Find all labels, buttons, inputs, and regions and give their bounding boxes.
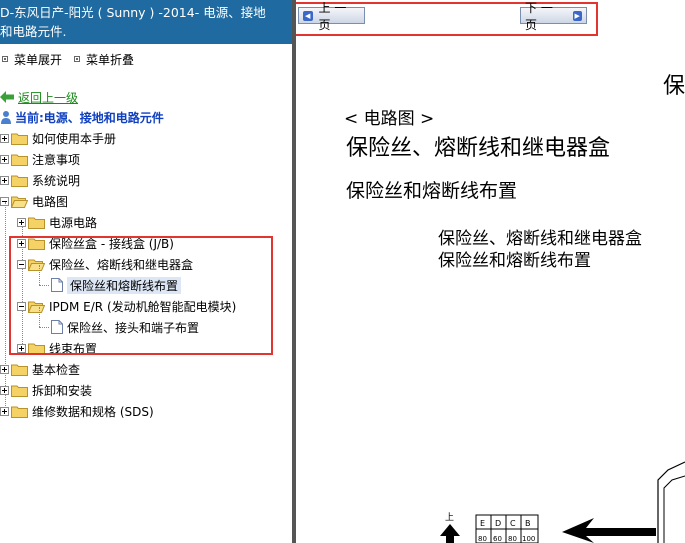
current-location-label: 当前:电源、接地和电路元件 [15, 110, 164, 125]
expand-toggle-icon[interactable] [0, 154, 9, 164]
tree-item-label: 基本检查 [32, 362, 81, 377]
folder-icon [11, 175, 28, 187]
tree-item-label: 注意事项 [32, 152, 81, 167]
navigation-pane: D-东风日产-阳光 ( Sunny ) -2014- 电源、接地 和电路元件. … [0, 0, 292, 543]
window-title-bar: D-东风日产-阳光 ( Sunny ) -2014- 电源、接地 和电路元件. [0, 0, 292, 44]
doc-section-label: < 电路图 > [344, 109, 435, 129]
tree-item-label: 电路图 [32, 194, 69, 209]
expand-toggle-icon[interactable] [0, 385, 9, 395]
tree-item-label: 维修数据和规格 (SDS) [32, 404, 154, 419]
tree-item-wiring-diagram[interactable]: 电路图 [0, 191, 68, 211]
back-link-row[interactable]: 返回上一级 [0, 88, 78, 106]
back-link[interactable]: 返回上一级 [18, 89, 78, 106]
up-label: 上 [445, 512, 454, 523]
folder-icon [28, 217, 45, 229]
highlight-box-tree [9, 236, 273, 355]
tree-item-removal-installation[interactable]: 拆卸和安装 [0, 380, 92, 400]
left-arrow-icon: ◀ [303, 10, 313, 21]
menu-expand-link[interactable]: 菜单展开 [14, 51, 62, 68]
location-person-icon [1, 111, 11, 124]
folder-icon [11, 154, 28, 166]
fuse-val-d: 60 [493, 535, 502, 543]
prev-page-button[interactable]: ◀ 上 一 页 [298, 1, 365, 32]
tree-item-service-data-sds[interactable]: 维修数据和规格 (SDS) [0, 401, 154, 421]
doc-text-line2: 保险丝和熔断线布置 [438, 251, 591, 271]
window-title-line1: D-东风日产-阳光 ( Sunny ) -2014- 电源、接地 [0, 5, 266, 20]
tree-item-label: 系统说明 [32, 173, 81, 188]
expand-toggle-icon[interactable] [0, 406, 9, 416]
tree-item-label: 拆卸和安装 [32, 383, 93, 398]
tree-item-basic-inspection[interactable]: 基本检查 [0, 359, 80, 379]
tree-item-how-to-use[interactable]: 如何使用本手册 [0, 128, 116, 148]
doc-subheading: 保险丝和熔断线布置 [346, 180, 518, 202]
document-pane: ◀ 上 一 页 下 一 页 ▶ 保 < 电路图 > 保险丝、熔断线和继电器盒 保… [296, 0, 685, 543]
expand-icon[interactable] [2, 56, 8, 62]
back-arrow-icon [0, 91, 14, 103]
next-page-label: 下 一 页 [525, 0, 553, 32]
folder-open-icon [11, 196, 28, 208]
pointer-arrow-icon [562, 518, 656, 543]
fuse-col-e: E [480, 519, 485, 528]
tree-item-system-description[interactable]: 系统说明 [0, 170, 80, 190]
fuse-val-e: 80 [478, 535, 487, 543]
expand-toggle-icon[interactable] [0, 175, 9, 185]
folder-icon [11, 406, 28, 418]
tree-item-power-circuit[interactable]: 电源电路 [17, 212, 97, 232]
right-arrow-icon: ▶ [572, 10, 582, 21]
expand-toggle-icon[interactable] [0, 364, 9, 374]
folder-icon [11, 385, 28, 397]
up-arrow-icon [440, 524, 460, 543]
menu-collapse-link[interactable]: 菜单折叠 [86, 51, 134, 68]
current-location-row: 当前:电源、接地和电路元件 [0, 108, 164, 126]
next-page-button[interactable]: 下 一 页 ▶ [520, 1, 587, 32]
fuse-diagram: 上 E D C B 80 60 80 100 [440, 461, 685, 543]
fuse-val-b: 100 [522, 535, 535, 543]
fuse-col-c: C [510, 519, 516, 528]
folder-icon [11, 364, 28, 376]
expand-toggle-icon[interactable] [17, 217, 26, 227]
fuse-col-d: D [495, 519, 501, 528]
tree-item-label: 电源电路 [49, 215, 98, 230]
tree-item-label: 如何使用本手册 [32, 131, 117, 146]
prev-page-label: 上 一 页 [318, 0, 347, 32]
doc-header-title: 保 [663, 74, 685, 99]
fuse-col-b: B [525, 519, 531, 528]
tree-item-precautions[interactable]: 注意事项 [0, 149, 80, 169]
folder-icon [11, 133, 28, 145]
collapse-icon[interactable] [74, 56, 81, 62]
expand-toggle-icon[interactable] [0, 133, 9, 143]
window-title-line2: 和电路元件. [0, 24, 67, 39]
menu-toolbar: 菜单展开 菜单折叠 [0, 49, 144, 69]
pager-bar: ◀ 上 一 页 下 一 页 ▶ [296, 1, 599, 36]
fuse-box-outline [657, 461, 685, 543]
fuse-table: E D C B 80 60 80 100 [475, 514, 539, 543]
fuse-val-c: 80 [508, 535, 517, 543]
doc-heading: 保险丝、熔断线和继电器盒 [346, 136, 611, 161]
